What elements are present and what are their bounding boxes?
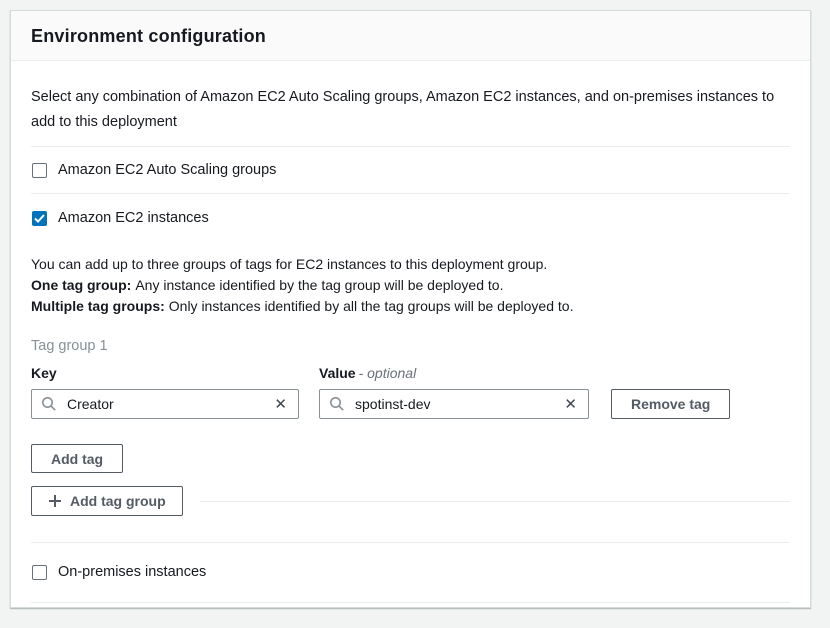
tag-help-multi-group: Multiple tag groups:Only instances ident…	[31, 296, 790, 317]
field-labels-row: Key Value- optional	[31, 365, 790, 381]
option-row-ec2-instances[interactable]: Amazon EC2 instances	[31, 208, 790, 228]
divider	[31, 193, 790, 194]
add-tag-group-row: Add tag group	[31, 486, 790, 516]
value-label: Value	[319, 365, 356, 381]
one-tag-group-label: One tag group:	[31, 277, 131, 293]
plus-icon	[48, 494, 62, 508]
option-row-auto-scaling-groups[interactable]: Amazon EC2 Auto Scaling groups	[31, 160, 790, 180]
ec2-instances-checkbox[interactable]	[32, 211, 47, 226]
tag-help-one-group: One tag group:Any instance identified by…	[31, 275, 790, 296]
auto-scaling-groups-label: Amazon EC2 Auto Scaling groups	[58, 162, 276, 178]
divider	[31, 146, 790, 147]
multiple-tag-groups-label: Multiple tag groups:	[31, 298, 165, 314]
horizontal-rule	[200, 501, 790, 502]
value-optional-label: - optional	[359, 365, 417, 381]
divider	[31, 602, 790, 603]
panel-description: Select any combination of Amazon EC2 Aut…	[31, 85, 790, 135]
add-tag-group-button[interactable]: Add tag group	[31, 486, 183, 516]
panel-title: Environment configuration	[31, 26, 266, 46]
tag-group-title: Tag group 1	[31, 338, 790, 354]
tag-help-text: You can add up to three groups of tags f…	[31, 254, 790, 317]
tag-value-input[interactable]	[353, 395, 562, 413]
panel-header: Environment configuration	[11, 11, 810, 61]
option-row-on-premises[interactable]: On-premises instances	[31, 562, 790, 582]
add-tag-button[interactable]: Add tag	[31, 444, 123, 473]
remove-tag-button[interactable]: Remove tag	[611, 389, 730, 419]
divider	[31, 542, 790, 543]
ec2-instances-label: Amazon EC2 instances	[58, 210, 209, 226]
check-icon	[34, 214, 45, 223]
key-label-container: Key	[31, 365, 319, 381]
panel-body: Select any combination of Amazon EC2 Aut…	[11, 61, 810, 603]
value-label-container: Value- optional	[319, 365, 416, 381]
tag-value-field[interactable]: ✕	[319, 389, 589, 419]
clear-key-icon[interactable]: ✕	[272, 396, 289, 413]
tag-key-input[interactable]	[65, 395, 272, 413]
on-premises-checkbox[interactable]	[32, 565, 47, 580]
environment-configuration-panel: Environment configuration Select any com…	[10, 10, 811, 608]
key-label: Key	[31, 365, 57, 381]
on-premises-label: On-premises instances	[58, 564, 206, 580]
tag-row: ✕ ✕ Remove tag	[31, 389, 790, 419]
tag-help-intro: You can add up to three groups of tags f…	[31, 254, 790, 275]
multiple-tag-groups-text: Only instances identified by all the tag…	[169, 298, 574, 314]
auto-scaling-groups-checkbox[interactable]	[32, 163, 47, 178]
add-tag-group-label: Add tag group	[70, 493, 166, 509]
one-tag-group-text: Any instance identified by the tag group…	[135, 277, 503, 293]
search-icon	[41, 396, 57, 412]
tag-key-field[interactable]: ✕	[31, 389, 299, 419]
search-icon	[329, 396, 345, 412]
clear-value-icon[interactable]: ✕	[562, 396, 579, 413]
